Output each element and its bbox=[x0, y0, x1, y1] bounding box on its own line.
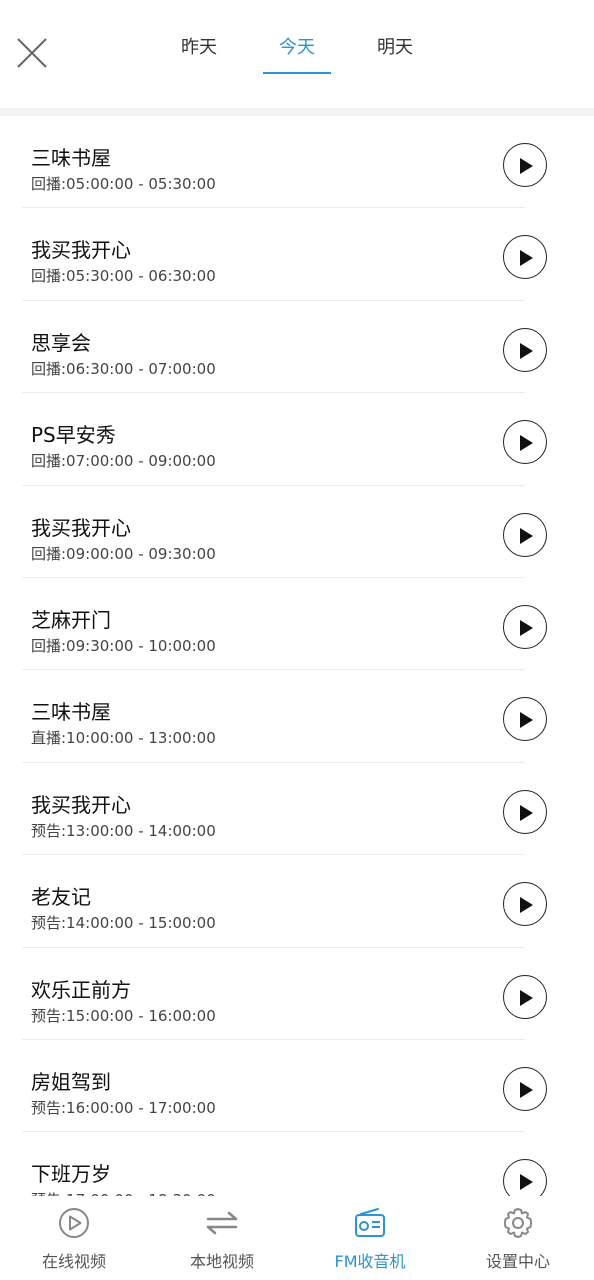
program-title: 我买我开心 bbox=[31, 792, 131, 817]
tab-yesterday[interactable]: 昨天 bbox=[159, 34, 239, 74]
gear-icon bbox=[504, 1208, 532, 1238]
program-title: 三味书屋 bbox=[31, 700, 111, 725]
list-item[interactable]: 欢乐正前方预告:15:00:00 - 16:00:00 bbox=[0, 948, 594, 1040]
program-list[interactable]: 三味书屋 回播:05:00:00 - 05:30:00 我买我开心 回播:05:30:… bbox=[0, 116, 594, 1196]
list-item[interactable]: 芝麻开门回播:09:30:00 - 10:00:00 bbox=[0, 578, 594, 671]
play-button[interactable] bbox=[503, 512, 547, 557]
list-item[interactable]: 我买我开心预告:13:00:00 - 14:00:00 bbox=[0, 763, 594, 856]
list-item[interactable]: 我买我开心回播:05:30:00 - 06:30:00 bbox=[0, 208, 594, 301]
program-time: 预告:15:00:00 - 16:00:00 bbox=[31, 1006, 216, 1025]
nav-fm-radio[interactable]: FM收音机 bbox=[296, 1196, 444, 1280]
play-button[interactable] bbox=[503, 789, 547, 834]
play-icon bbox=[520, 435, 533, 452]
list-item[interactable]: 老友记预告:14:00:00 - 15:00:00 bbox=[0, 855, 594, 948]
list-item[interactable]: 三味书屋回播:05:00:00 - 05:30:00 bbox=[0, 116, 594, 209]
play-button[interactable] bbox=[503, 235, 547, 280]
program-title: 房姐驾到 bbox=[31, 1070, 111, 1094]
play-icon bbox=[520, 804, 533, 821]
active-tab-indicator bbox=[263, 72, 331, 74]
nav-label-local-video: 本地视频 bbox=[189, 1252, 254, 1271]
program-time: 回播:09:30:00 - 10:00:00 bbox=[31, 637, 216, 655]
program-title: 芝麻开门 bbox=[31, 608, 111, 632]
play-button[interactable] bbox=[503, 882, 547, 927]
program-title: PS早安秀 bbox=[31, 423, 116, 448]
play-button[interactable] bbox=[503, 327, 547, 372]
program-title: 我买我开心 bbox=[31, 515, 131, 540]
program-time: 直播:10:00:00 - 13:00:00 bbox=[31, 729, 216, 748]
nav-label-settings: 设置中心 bbox=[485, 1252, 550, 1271]
play-button[interactable] bbox=[503, 605, 547, 649]
play-circle-icon bbox=[59, 1208, 89, 1238]
play-icon bbox=[520, 989, 533, 1006]
play-icon bbox=[520, 158, 533, 174]
play-button[interactable] bbox=[503, 1159, 547, 1196]
list-item[interactable]: 下班万岁预告:17:00:00 - 18:30:00 bbox=[0, 1132, 594, 1196]
tab-today[interactable]: 今天 bbox=[257, 34, 337, 74]
program-title: 老友记 bbox=[31, 885, 91, 910]
top-bar: 昨天 今天 明天 bbox=[0, 0, 594, 108]
play-icon bbox=[520, 527, 533, 544]
list-item[interactable]: 三味书屋直播:10:00:00 - 13:00:00 bbox=[0, 670, 594, 763]
program-time: 回播:06:30:00 - 07:00:00 bbox=[31, 359, 216, 378]
play-icon bbox=[520, 1174, 533, 1191]
nav-settings[interactable]: 设置中心 bbox=[444, 1196, 592, 1280]
day-tabs: 昨天 今天 明天 bbox=[0, 0, 594, 108]
transfer-arrows-icon bbox=[206, 1211, 238, 1235]
tab-tomorrow[interactable]: 明天 bbox=[355, 34, 435, 74]
section-divider bbox=[0, 108, 594, 116]
program-time: 回播:05:00:00 - 05:30:00 bbox=[31, 175, 216, 193]
program-title: 欢乐正前方 bbox=[31, 977, 131, 1002]
program-title: 下班万岁 bbox=[31, 1162, 111, 1187]
play-icon bbox=[520, 897, 533, 914]
program-time: 回播:07:00:00 - 09:00:00 bbox=[31, 452, 216, 471]
play-icon bbox=[520, 1082, 533, 1098]
list-item[interactable]: PS早安秀回播:07:00:00 - 09:00:00 bbox=[0, 393, 594, 486]
nav-online-video[interactable]: 在线视频 bbox=[0, 1196, 148, 1280]
program-title: 三味书屋 bbox=[31, 146, 111, 170]
nav-label-fm-radio: FM收音机 bbox=[334, 1252, 406, 1271]
list-item[interactable]: 思享会回播:06:30:00 - 07:00:00 bbox=[0, 301, 594, 394]
nav-local-video[interactable]: 本地视频 bbox=[148, 1196, 296, 1280]
play-button[interactable] bbox=[503, 974, 547, 1019]
program-time: 回播:09:00:00 - 09:30:00 bbox=[31, 544, 216, 563]
play-icon bbox=[520, 620, 533, 636]
play-button[interactable] bbox=[503, 143, 547, 187]
list-item[interactable]: 我买我开心回播:09:00:00 - 09:30:00 bbox=[0, 486, 594, 578]
program-title: 思享会 bbox=[31, 330, 91, 355]
play-button[interactable] bbox=[503, 1067, 547, 1111]
nav-label-online-video: 在线视频 bbox=[41, 1252, 106, 1271]
play-icon bbox=[520, 250, 533, 267]
bottom-nav: 在线视频 本地视频 FM收音机 设置中心 bbox=[0, 1196, 594, 1280]
play-button[interactable] bbox=[503, 697, 547, 742]
program-time: 预告:13:00:00 - 14:00:00 bbox=[31, 821, 216, 840]
play-icon bbox=[520, 712, 533, 729]
list-item[interactable]: 房姐驾到预告:16:00:00 - 17:00:00 bbox=[0, 1040, 594, 1133]
program-title: 我买我开心 bbox=[31, 238, 131, 263]
program-time: 预告:14:00:00 - 15:00:00 bbox=[31, 914, 216, 933]
play-button[interactable] bbox=[503, 420, 547, 465]
play-icon bbox=[520, 342, 533, 359]
radio-icon bbox=[355, 1208, 385, 1237]
program-time: 预告:17:00:00 - 18:30:00 bbox=[31, 1189, 216, 1196]
program-time: 回播:05:30:00 - 06:30:00 bbox=[31, 267, 216, 286]
program-time: 预告:16:00:00 - 17:00:00 bbox=[31, 1099, 216, 1117]
